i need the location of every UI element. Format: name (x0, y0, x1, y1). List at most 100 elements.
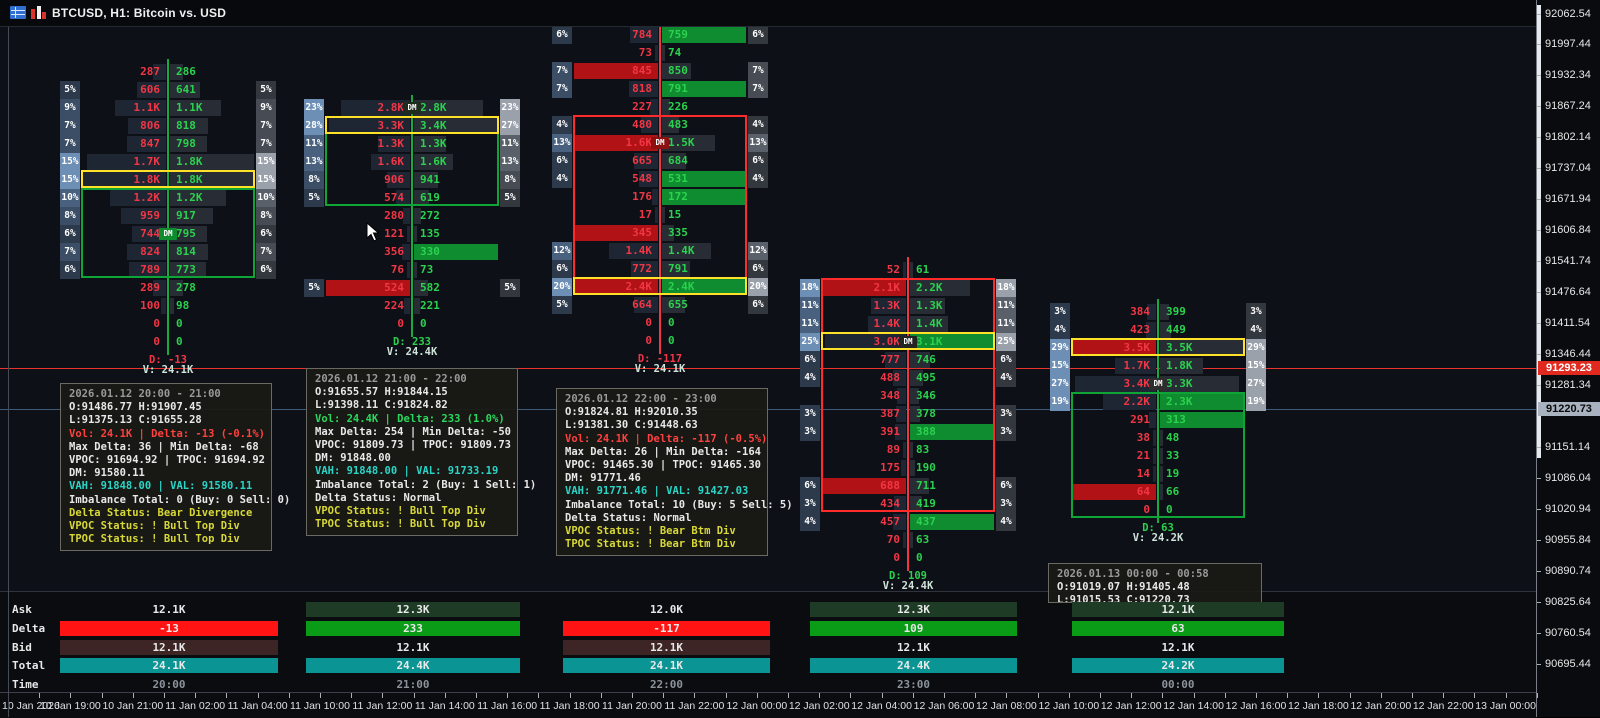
tooltip-line: VAH: 91771.46 | VAL: 91427.03 (565, 485, 759, 498)
price-axis-label: 91606.84 (1545, 224, 1591, 236)
time-tick (1474, 693, 1475, 698)
tooltip-line: Max Delta: 26 | Min Delta: -164 (565, 446, 759, 459)
ask-percent-chip: 13% (500, 153, 520, 171)
bid-percent-chip: 7% (60, 135, 80, 153)
time-axis-label: 11 Jan 12:00 (352, 700, 412, 712)
tooltip-line: Delta Status: Bear Divergence (69, 507, 263, 520)
ask-volume-value: 399 (1166, 303, 1244, 321)
market-watch-icon[interactable] (10, 6, 26, 20)
bid-percent-chip: 5% (60, 81, 80, 99)
tooltip-line: Max Delta: 254 | Min Delta: -50 (315, 426, 509, 439)
bid-percent-chip: 5% (304, 189, 324, 207)
price-axis-label: 90825.64 (1545, 596, 1591, 608)
chart-canvas[interactable]: 2872865%5%6066419%9%1.1K1.1K7%7%8068187%… (0, 0, 1536, 717)
time-tick (507, 693, 508, 698)
tooltip-line: Imbalance Total: 10 (Buy: 5 Sell: 5) (565, 499, 759, 512)
ask-volume-value: 226 (668, 98, 746, 116)
price-axis-label: 91086.04 (1545, 472, 1591, 484)
ask-percent-chip: 25% (996, 333, 1016, 351)
time-tick (1100, 693, 1101, 698)
time-tick (133, 693, 134, 698)
tooltip-line: 2026.01.12 20:00 - 21:00 (69, 388, 263, 401)
time-tick (944, 693, 945, 698)
bid-volume-value: 73 (574, 44, 652, 62)
ask-percent-chip: 3% (996, 495, 1016, 513)
bid-volume-value: 224 (326, 297, 404, 315)
bid-volume-value: 0 (326, 315, 404, 333)
price-axis-label: 92062.54 (1545, 8, 1591, 20)
time-axis-label: 11 Jan 10:00 (290, 700, 350, 712)
time-axis[interactable]: 10 Jan 202610 Jan 19:0010 Jan 21:0011 Ja… (0, 692, 1536, 718)
panel-separator-line (0, 591, 1536, 592)
ask-percent-chip: 7% (748, 62, 768, 80)
ohlc-stats-tooltip: 2026.01.12 22:00 - 23:00O:91824.81 H:920… (556, 388, 768, 556)
vpoc-row-box (81, 170, 255, 188)
bid-percent-chip: 19% (1050, 393, 1070, 411)
time-tick (1287, 693, 1288, 698)
tooltip-line: L:91015.53 C:91220.73 (1057, 594, 1253, 603)
price-tick (1537, 354, 1541, 355)
bid-percent-chip: 4% (800, 369, 820, 387)
tooltip-line: Vol: 24.1K | Delta: -13 (-0.1%) (69, 428, 263, 441)
chart-type-icon[interactable] (31, 6, 47, 20)
price-axis-label: 91476.64 (1545, 286, 1591, 298)
time-tick (570, 693, 571, 698)
tooltip-line: DM: 91771.46 (565, 472, 759, 485)
price-axis[interactable]: 92062.5491997.4491932.3491867.2491802.14… (1536, 0, 1600, 717)
bid-volume-value: 356 (326, 243, 404, 261)
bid-volume-value: 52 (822, 261, 900, 279)
ask-percent-chip: 7% (748, 80, 768, 98)
time-tick (1443, 693, 1444, 698)
price-tick (1537, 664, 1541, 665)
ask-percent-chip: 4% (996, 369, 1016, 387)
price-axis-label: 90890.74 (1545, 565, 1591, 577)
value-area-box (1071, 392, 1245, 518)
bid-volume-value: 818 (574, 80, 652, 98)
ask-percent-chip: 15% (256, 171, 276, 189)
tooltip-line: TPOC Status: ! Bull Top Div (69, 533, 263, 546)
time-axis-label: 12 Jan 02:00 (789, 700, 850, 712)
ask-percent-chip: 13% (748, 134, 768, 152)
bid-volume-value: 227 (574, 98, 652, 116)
bid-percent-chip: 6% (552, 26, 572, 44)
time-tick (1225, 693, 1226, 698)
tooltip-line: VPOC: 91465.30 | TPOC: 91465.30 (565, 459, 759, 472)
ask-percent-chip: 9% (256, 99, 276, 117)
bid-volume-value: 384 (1072, 303, 1150, 321)
tooltip-line: O:91655.57 H:91844.15 (315, 386, 509, 399)
price-range-bar[interactable] (1537, 5, 1541, 458)
time-axis-label: 12 Jan 20:00 (1350, 700, 1411, 712)
ask-volume-value: 0 (420, 315, 498, 333)
tooltip-line: 2026.01.12 22:00 - 23:00 (565, 393, 759, 406)
tooltip-line: DM: 91580.11 (69, 467, 263, 480)
time-tick (975, 693, 976, 698)
ask-percent-chip: 11% (500, 135, 520, 153)
bid-percent-chip: 10% (60, 189, 80, 207)
ask-percent-chip: 3% (996, 405, 1016, 423)
price-axis-label: 91151.14 (1545, 441, 1590, 453)
time-axis-label: 12 Jan 22:00 (1413, 700, 1474, 712)
bid-volume-value: 121 (326, 225, 404, 243)
time-tick (102, 693, 103, 698)
time-tick (320, 693, 321, 698)
title-bar: BTCUSD, H1: Bitcoin vs. USD (0, 0, 1536, 27)
time-axis-label: 12 Jan 06:00 (914, 700, 975, 712)
bid-percent-chip: 7% (60, 117, 80, 135)
bid-percent-chip: 3% (800, 405, 820, 423)
price-tick (1537, 230, 1541, 231)
tooltip-line: L:91398.11 C:91824.82 (315, 399, 509, 412)
ask-volume-bar (414, 262, 417, 278)
price-tick (1537, 14, 1541, 15)
bid-percent-chip: 4% (552, 170, 572, 188)
dm-marker: DM (403, 102, 421, 114)
time-tick (1006, 693, 1007, 698)
tooltip-line: Imbalance Total: 0 (Buy: 0 Sell: 0) (69, 494, 263, 507)
price-tick (1537, 478, 1541, 479)
bid-percent-chip: 4% (800, 513, 820, 531)
time-tick (819, 693, 820, 698)
time-tick (414, 693, 415, 698)
bid-percent-chip: 3% (1050, 303, 1070, 321)
price-tick (1537, 385, 1541, 386)
time-axis-label: 11 Jan 16:00 (477, 700, 537, 712)
bid-volume-value: 0 (82, 315, 160, 333)
